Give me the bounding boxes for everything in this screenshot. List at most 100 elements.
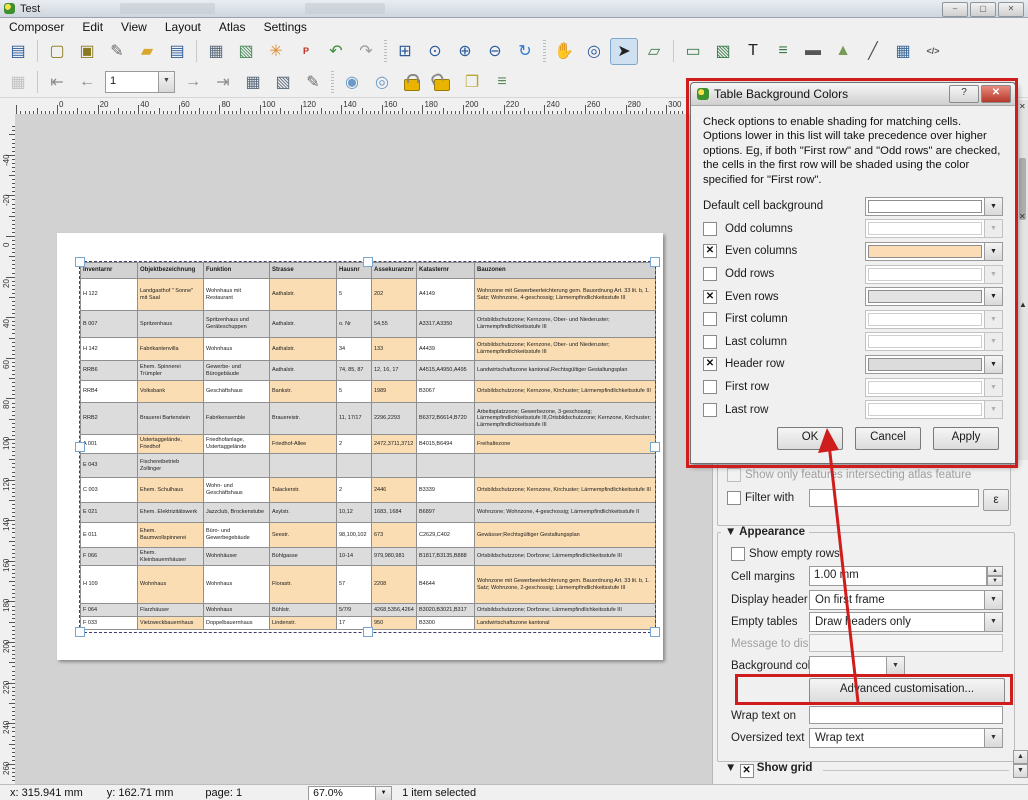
atlas-prev-feature-icon[interactable]: ← [73,68,101,95]
composer-manager-icon[interactable]: ✎ [103,38,131,65]
add-legend-icon[interactable]: ≡ [769,38,797,65]
align-items-icon[interactable]: ≡ [488,68,516,95]
option-checkbox[interactable]: ✕ [703,357,717,371]
color-select[interactable]: ▼ [865,242,1003,261]
add-scalebar-icon[interactable]: ▬ [799,38,827,65]
oversized-text-select[interactable]: Wrap text▼ [809,728,1003,748]
ok-button[interactable]: OK [777,427,843,450]
pan-icon[interactable]: ✋ [550,38,578,65]
lock-items-icon[interactable] [398,68,426,95]
dialog-titlebar[interactable]: Table Background Colors ? ✕ [691,83,1015,106]
option-checkbox[interactable] [703,335,717,349]
close-button[interactable]: ✕ [998,2,1024,17]
zoom-actual-icon[interactable]: ⊙ [421,38,449,65]
cancel-button[interactable]: Cancel [855,427,921,450]
unlock-items-icon[interactable] [428,68,456,95]
duplicate-composition-icon[interactable]: ▣ [73,38,101,65]
export-svg-icon[interactable]: ✳ [262,38,290,65]
add-attribute-table-icon[interactable]: ▦ [889,38,917,65]
help-button[interactable]: ? [949,85,979,103]
display-header-select[interactable]: On first frame▼ [809,590,1003,610]
show-grid-checkbox[interactable]: ✕ [740,764,754,778]
cell-margins-up-icon[interactable]: ▲ [987,566,1003,576]
selection-handle[interactable] [363,627,373,637]
chevron-down-icon[interactable]: ▼ [159,71,175,93]
empty-tables-select[interactable]: Draw headers only▼ [809,612,1003,632]
panel-scroll-up-icon[interactable]: ▲ [1019,300,1028,309]
zoom-in-icon[interactable]: ⊕ [451,38,479,65]
color-select[interactable]: ▼ [865,197,1003,216]
option-checkbox[interactable]: ✕ [703,290,717,304]
apply-button[interactable]: Apply [933,427,999,450]
save-project-icon[interactable]: ▤ [4,38,32,65]
zoom-level-select[interactable]: 67.0%▼ [308,786,392,800]
menu-layout[interactable]: Layout [156,18,210,36]
selection-handle[interactable] [650,627,660,637]
export-image-icon[interactable]: ▧ [232,38,260,65]
select-move-item-icon[interactable]: ➤ [610,38,638,65]
option-checkbox[interactable] [703,222,717,236]
expression-builder-button[interactable]: ε [983,489,1009,511]
atlas-print-icon[interactable]: ▦ [239,68,267,95]
menu-settings[interactable]: Settings [255,18,316,36]
add-arrow-icon[interactable]: ╱ [859,38,887,65]
composer-canvas[interactable]: InventarnrObjektbezeichnungFunktionStras… [15,114,712,784]
add-label-icon[interactable]: T [739,38,767,65]
add-map-icon[interactable]: ▭ [679,38,707,65]
menu-composer[interactable]: Composer [0,18,73,36]
panel-close-icon[interactable]: ✕ [1019,212,1028,221]
menu-view[interactable]: View [112,18,156,36]
zoom-out-icon[interactable]: ⊖ [481,38,509,65]
color-select[interactable]: ▼ [865,355,1003,374]
wrap-text-on-input[interactable] [809,706,1003,724]
color-select[interactable]: ▼ [865,287,1003,306]
advanced-customisation-button[interactable]: Advanced customisation... [809,678,1005,703]
atlas-preview-icon[interactable]: ▦ [4,68,32,95]
option-checkbox[interactable] [703,403,717,417]
atlas-filter-checkbox[interactable] [727,468,741,482]
export-pdf-icon[interactable]: P [292,38,320,65]
minimize-button[interactable]: – [942,2,968,17]
selection-handle[interactable] [363,257,373,267]
background-color-select[interactable]: ▼ [809,656,905,676]
atlas-feature-spinbox[interactable]: 1▼ [105,71,175,93]
zoom-full-icon[interactable]: ⊞ [391,38,419,65]
atlas-last-feature-icon[interactable]: ⇥ [209,68,237,95]
atlas-next-feature-icon[interactable]: → [179,68,207,95]
show-empty-rows-checkbox[interactable] [731,547,745,561]
attribute-table-item[interactable]: InventarnrObjektbezeichnungFunktionStras… [80,262,655,632]
selection-handle[interactable] [75,257,85,267]
redo-icon[interactable]: ↷ [352,38,380,65]
save-as-icon[interactable]: ▤ [163,38,191,65]
option-checkbox[interactable]: ✕ [703,244,717,258]
panel-close-icon[interactable]: ✕ [1019,102,1028,111]
selection-handle[interactable] [75,442,85,452]
option-checkbox[interactable] [703,267,717,281]
appearance-group-title[interactable]: ▼ Appearance [721,526,809,538]
filter-expression-input[interactable] [809,489,979,507]
ungroup-items-icon[interactable]: ◎ [368,68,396,95]
cell-margins-input[interactable]: 1.00 mm [809,566,987,586]
filter-with-checkbox[interactable] [727,491,741,505]
print-icon[interactable]: ▦ [202,38,230,65]
add-html-icon[interactable]: </> [919,38,947,65]
new-composition-icon[interactable]: ▢ [43,38,71,65]
group-items-icon[interactable]: ◉ [338,68,366,95]
menu-edit[interactable]: Edit [73,18,112,36]
panel-scroll-up-icon[interactable]: ▲ [1013,750,1028,764]
add-image-icon[interactable]: ▧ [709,38,737,65]
option-checkbox[interactable] [703,312,717,326]
panel-scrollbar-thumb[interactable] [1019,158,1026,220]
show-grid-group-title[interactable]: ▼ ✕ Show grid [721,762,816,778]
cell-margins-down-icon[interactable]: ▼ [987,576,1003,586]
add-shape-icon[interactable]: ▲ [829,38,857,65]
selection-handle[interactable] [650,442,660,452]
atlas-feature-value[interactable]: 1 [105,71,159,93]
selection-handle[interactable] [650,257,660,267]
dialog-close-button[interactable]: ✕ [981,85,1011,103]
atlas-export-icon[interactable]: ▧ [269,68,297,95]
refresh-view-icon[interactable]: ↻ [511,38,539,65]
panel-scroll-down-icon[interactable]: ▼ [1013,764,1028,778]
raise-items-icon[interactable]: ❐ [458,68,486,95]
atlas-first-feature-icon[interactable]: ⇤ [43,68,71,95]
